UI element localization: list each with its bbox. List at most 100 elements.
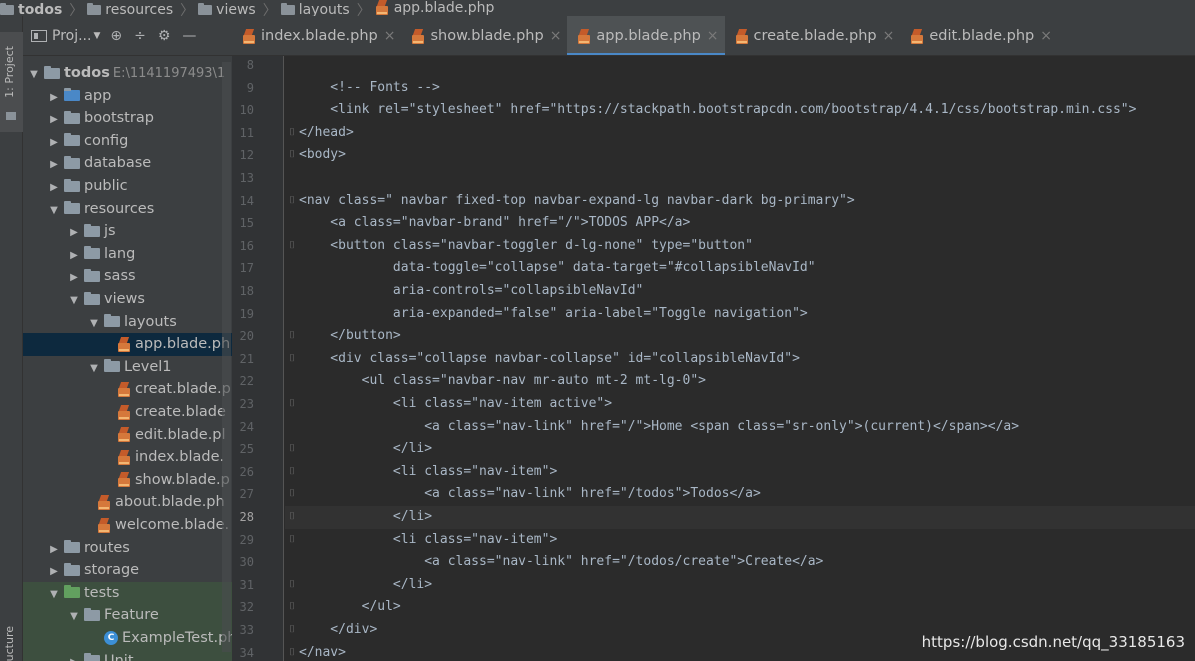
tree-item-routes[interactable]: ▶ routes: [23, 537, 232, 560]
tree-item-views[interactable]: ▼ views: [23, 288, 232, 311]
watermark: https://blog.csdn.net/qq_33185163: [921, 633, 1185, 651]
tree-item-layouts[interactable]: ▼ layouts: [23, 311, 232, 334]
hide-icon[interactable]: —: [182, 28, 196, 44]
tree-item-show-blade-p[interactable]: show.blade.p: [23, 469, 232, 492]
expand-right-icon[interactable]: ▶: [47, 539, 61, 561]
locate-icon[interactable]: ⊕: [110, 28, 122, 44]
fold-marker-icon[interactable]: ⌷: [289, 596, 295, 619]
breadcrumb-item[interactable]: resources: [87, 3, 173, 16]
tree-item-resources[interactable]: ▼ resources: [23, 198, 232, 221]
fold-marker-icon[interactable]: ⌷: [289, 529, 295, 552]
fold-marker-icon[interactable]: ⌷: [289, 325, 295, 348]
fold-marker-icon[interactable]: ⌷: [289, 642, 295, 661]
close-icon[interactable]: ×: [384, 28, 396, 44]
code-line: <a class="nav-link" href="/todos/create"…: [285, 551, 1195, 574]
code-line: <a class="nav-link" href="/">Home <span …: [285, 416, 1195, 439]
expand-right-icon[interactable]: ▶: [47, 87, 61, 109]
expand-down-icon[interactable]: ▼: [47, 200, 61, 222]
tree-item-label: lang: [104, 245, 136, 262]
project-stripe-button[interactable]: 1: Project: [0, 32, 23, 132]
tree-item-tests[interactable]: ▼ tests: [23, 581, 232, 606]
project-panel: Proj... ▼ ⊕ ÷ ⚙ — ▼ todos E:\1141197493\1 ▶…: [23, 16, 232, 661]
tree-scrollbar[interactable]: [222, 62, 231, 652]
tab-index-blade-php[interactable]: index.blade.php ×: [232, 16, 401, 55]
fold-marker-icon[interactable]: ⌷: [289, 190, 295, 213]
tree-item-welcome-blade-[interactable]: welcome.blade.: [23, 514, 232, 537]
expand-down-icon[interactable]: ▼: [67, 606, 81, 628]
tree-item-bootstrap[interactable]: ▶ bootstrap: [23, 107, 232, 130]
tree-item-unit[interactable]: ▶ Unit: [23, 649, 232, 661]
expand-right-icon[interactable]: ▶: [47, 561, 61, 583]
expand-down-icon[interactable]: ▼: [27, 64, 41, 86]
expand-right-icon[interactable]: ▶: [47, 154, 61, 176]
fold-marker-icon[interactable]: ⌷: [289, 122, 295, 145]
close-icon[interactable]: ×: [883, 28, 895, 44]
breadcrumb-item[interactable]: layouts: [280, 3, 350, 16]
gear-icon[interactable]: ⚙: [158, 28, 171, 44]
expand-down-icon[interactable]: ▼: [87, 313, 101, 335]
collapse-all-icon[interactable]: ÷: [134, 28, 146, 44]
fold-marker-icon[interactable]: ⌷: [289, 483, 295, 506]
code-editor[interactable]: <!-- Fonts --> <link rel="stylesheet" hr…: [285, 56, 1195, 661]
tree-item-public[interactable]: ▶ public: [23, 175, 232, 198]
tab-show-blade-php[interactable]: show.blade.php ×: [401, 16, 567, 55]
expand-right-icon[interactable]: ▶: [47, 109, 61, 131]
code-line-text: <ul class="navbar-nav mr-auto mt-2 mt-lg…: [299, 373, 706, 389]
tree-item-level1[interactable]: ▼ Level1: [23, 356, 232, 379]
fold-marker-icon[interactable]: ⌷: [289, 619, 295, 642]
tree-item-database[interactable]: ▶ database: [23, 152, 232, 175]
tree-item-feature[interactable]: ▼ Feature: [23, 604, 232, 627]
breadcrumb-item[interactable]: todos: [0, 3, 62, 16]
chevron-down-icon[interactable]: ▼: [93, 31, 100, 41]
fold-marker-icon[interactable]: ⌷: [289, 461, 295, 484]
close-icon[interactable]: ×: [1040, 28, 1052, 44]
tab-app-blade-php[interactable]: app.blade.php ×: [567, 16, 725, 55]
code-line: <nav class=" navbar fixed-top navbar-exp…: [285, 190, 1195, 213]
expand-right-icon[interactable]: ▶: [67, 652, 81, 661]
tree-item-exampletest-ph[interactable]: C ExampleTest.ph: [23, 627, 232, 650]
folder-icon: [87, 3, 102, 15]
fold-marker-icon[interactable]: ⌷: [289, 235, 295, 258]
tree-item-label: app: [84, 87, 112, 104]
tab-create-blade-php[interactable]: create.blade.php ×: [725, 16, 901, 55]
tree-item-app-blade-ph[interactable]: app.blade.ph: [23, 333, 232, 356]
tab-edit-blade-php[interactable]: edit.blade.php ×: [900, 16, 1058, 55]
fold-marker-icon[interactable]: ⌷: [289, 438, 295, 461]
close-icon[interactable]: ×: [707, 28, 719, 44]
tree-item-creat-blade-p[interactable]: creat.blade.p: [23, 378, 232, 401]
tree-item-config[interactable]: ▶ config: [23, 130, 232, 153]
expand-down-icon[interactable]: ▼: [67, 290, 81, 312]
tree-item-todos[interactable]: ▼ todos E:\1141197493\1: [23, 62, 232, 85]
expand-right-icon[interactable]: ▶: [67, 222, 81, 244]
expand-right-icon[interactable]: ▶: [67, 245, 81, 267]
expand-down-icon[interactable]: ▼: [87, 358, 101, 380]
expand-down-icon[interactable]: ▼: [47, 584, 61, 606]
breadcrumb-item[interactable]: app.blade.php: [375, 0, 494, 15]
line-number: 19: [239, 306, 254, 321]
fold-marker-icon[interactable]: ⌷: [289, 144, 295, 167]
tree-item-js[interactable]: ▶ js: [23, 220, 232, 243]
tree-item-app[interactable]: ▶ app: [23, 85, 232, 108]
tree-item-index-blade-[interactable]: index.blade.: [23, 446, 232, 469]
close-icon[interactable]: ×: [550, 28, 562, 44]
fold-marker-icon[interactable]: ⌷: [289, 506, 295, 529]
expand-right-icon[interactable]: ▶: [67, 267, 81, 289]
tree-item-create-blade[interactable]: create.blade: [23, 401, 232, 424]
project-view-selector[interactable]: Proj...: [52, 28, 91, 44]
tree-item-label: creat.blade.p: [135, 381, 231, 398]
fold-marker-icon[interactable]: ⌷: [289, 574, 295, 597]
breadcrumb: todos 〉 resources 〉 views 〉 layouts 〉 app.blade.…: [0, 0, 1195, 16]
structure-stripe-label[interactable]: ucture: [3, 626, 16, 661]
tree-item-edit-blade-pl[interactable]: edit.blade.pl: [23, 424, 232, 447]
expand-right-icon[interactable]: ▶: [47, 132, 61, 154]
tree-item-storage[interactable]: ▶ storage: [23, 559, 232, 582]
tree-item-sass[interactable]: ▶ sass: [23, 265, 232, 288]
tree-item-label: edit.blade.pl: [135, 426, 226, 443]
fold-marker-icon[interactable]: ⌷: [289, 348, 295, 371]
project-view-icon: [31, 29, 47, 42]
breadcrumb-item[interactable]: views: [198, 3, 256, 16]
expand-right-icon[interactable]: ▶: [47, 177, 61, 199]
tree-item-about-blade-ph[interactable]: about.blade.ph: [23, 491, 232, 514]
fold-marker-icon[interactable]: ⌷: [289, 393, 295, 416]
tree-item-lang[interactable]: ▶ lang: [23, 243, 232, 266]
